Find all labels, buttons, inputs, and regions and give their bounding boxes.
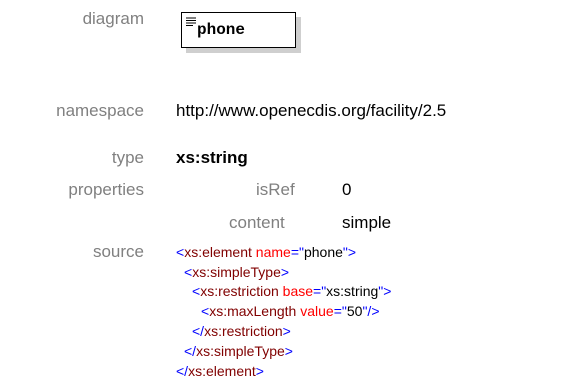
namespace-value: http://www.openecdis.org/facility/2.5 bbox=[176, 101, 447, 120]
source-line-3: <xs:restriction base="xs:string"> bbox=[192, 283, 392, 299]
property-isref-key: isRef bbox=[256, 180, 295, 199]
source-line-1: <xs:element name="phone"> bbox=[176, 244, 357, 260]
source-line-7: </xs:element> bbox=[176, 363, 264, 379]
property-content-value: simple bbox=[342, 213, 392, 232]
type-label: type bbox=[111, 148, 144, 167]
diagram-element-box[interactable]: phone bbox=[181, 12, 296, 48]
property-isref-value: 0 bbox=[342, 180, 352, 199]
element-lines-icon bbox=[186, 17, 196, 26]
source-line-2: <xs:simpleType> bbox=[184, 264, 290, 280]
property-content-key: content bbox=[229, 213, 285, 232]
source-line-4: <xs:maxLength value="50"/> bbox=[201, 303, 380, 319]
source-line-5: </xs:restriction> bbox=[192, 323, 291, 339]
diagram-label: diagram bbox=[82, 9, 144, 28]
source-label: source bbox=[92, 242, 144, 261]
namespace-label: namespace bbox=[56, 101, 144, 120]
diagram-element-name: phone bbox=[197, 21, 246, 39]
properties-label: properties bbox=[68, 180, 144, 199]
type-value[interactable]: xs:string bbox=[176, 148, 248, 168]
source-line-6: </xs:simpleType> bbox=[184, 343, 293, 359]
